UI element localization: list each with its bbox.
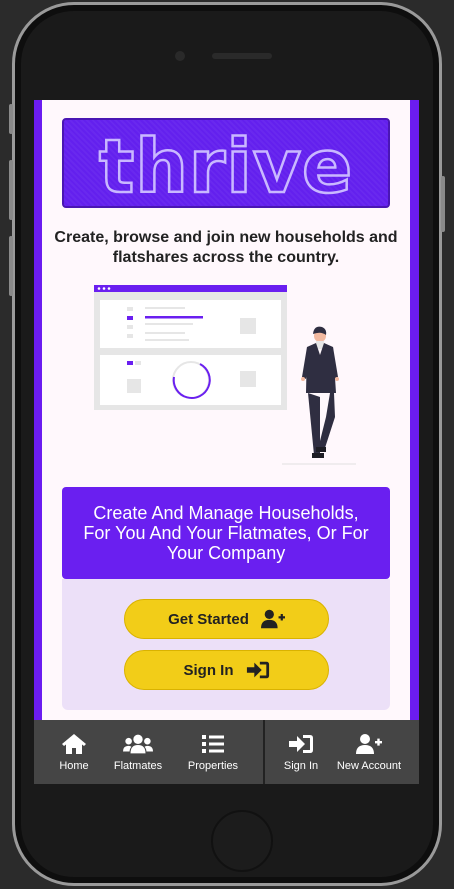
nav-label-home: Home <box>59 760 89 772</box>
app-screen: thrive Create, browse and join new house… <box>34 100 419 784</box>
nav-item-new-account[interactable]: New Account <box>334 720 404 784</box>
cta-panel: Get Started Sign In <box>62 579 390 710</box>
home-hardware-button[interactable] <box>211 810 273 872</box>
get-started-button[interactable]: Get Started <box>124 599 329 639</box>
get-started-label: Get Started <box>168 610 249 628</box>
nav-divider <box>263 720 265 784</box>
nav-item-properties[interactable]: Properties <box>184 720 242 784</box>
earpiece-speaker <box>212 53 272 59</box>
tagline: Create, browse and join new households a… <box>54 229 398 266</box>
nav-label-new-account: New Account <box>336 760 402 772</box>
front-camera <box>175 51 185 61</box>
list-icon <box>202 735 224 753</box>
dashboard-illustration <box>94 285 356 465</box>
logo-text: thrive <box>98 123 354 212</box>
power-button <box>441 176 445 232</box>
thrive-logo: thrive <box>62 118 390 212</box>
home-icon <box>62 734 86 754</box>
user-plus-icon <box>260 609 285 629</box>
users-icon <box>123 734 153 754</box>
sign-in-label: Sign In <box>183 661 234 679</box>
sign-in-icon <box>246 661 269 679</box>
sign-in-icon <box>289 735 313 753</box>
nav-label-properties: Properties <box>187 760 239 772</box>
nav-item-flatmates[interactable]: Flatmates <box>108 720 168 784</box>
mute-switch <box>9 104 13 134</box>
nav-item-home[interactable]: Home <box>56 720 92 784</box>
volume-down-button <box>9 236 13 296</box>
user-plus-icon <box>356 734 382 754</box>
nav-item-sign-in[interactable]: Sign In <box>279 720 323 784</box>
volume-up-button <box>9 160 13 220</box>
cta-heading: Create And Manage Households, For You An… <box>62 487 390 579</box>
main-content: thrive Create, browse and join new house… <box>42 100 410 720</box>
sign-in-button[interactable]: Sign In <box>124 650 329 690</box>
nav-label-flatmates: Flatmates <box>113 760 163 772</box>
bottom-navigation: Home Flatmates Properties Sign In New Ac… <box>34 720 419 784</box>
nav-label-sign-in: Sign In <box>283 760 319 772</box>
